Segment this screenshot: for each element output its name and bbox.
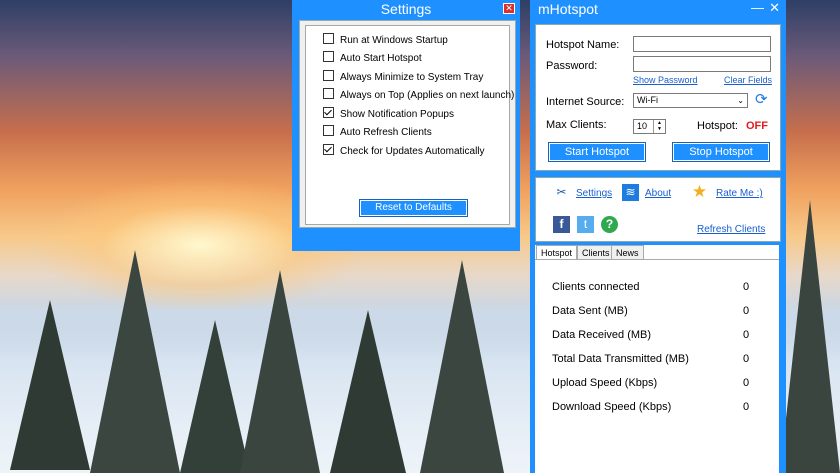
app-title: mHotspot [538, 1, 598, 17]
tab-news[interactable]: News [611, 245, 644, 260]
password-input[interactable] [633, 56, 771, 72]
checkbox[interactable] [323, 88, 334, 99]
stat-value: 0 [743, 281, 750, 293]
option-label: Run at Windows Startup [340, 35, 448, 46]
stat-label: Data Sent (MB) [552, 305, 628, 317]
max-clients-stepper[interactable]: 10 ▲ ▼ [633, 119, 666, 134]
mhotspot-titlebar[interactable]: mHotspot — ✕ [530, 0, 786, 18]
option-label: Show Notification Popups [340, 109, 454, 120]
about-link[interactable]: About [645, 188, 671, 199]
wifi-icon[interactable]: ≋ [622, 184, 639, 201]
option-auto-refresh-clients[interactable]: Auto Refresh Clients [323, 125, 432, 139]
internet-source-label: Internet Source: [546, 96, 625, 108]
start-hotspot-button[interactable]: Start Hotspot [548, 142, 646, 162]
hotspot-name-input[interactable] [633, 36, 771, 52]
stat-label: Data Received (MB) [552, 329, 652, 341]
stat-label: Download Speed (Kbps) [552, 401, 672, 413]
rate-me-link[interactable]: Rate Me :) [716, 188, 763, 199]
settings-titlebar[interactable]: Settings ✕ [292, 0, 520, 18]
stat-value: 0 [743, 353, 750, 365]
settings-title: Settings [380, 1, 432, 17]
pine-tree [420, 260, 504, 473]
settings-window: Settings ✕ Run at Windows Startup Auto S… [292, 0, 520, 251]
help-icon[interactable]: ? [601, 216, 618, 233]
tab-clients[interactable]: Clients [577, 245, 615, 260]
hotspot-stats-panel: Clients connected 0 Data Sent (MB) 0 Dat… [535, 259, 779, 474]
twitter-icon[interactable]: t [577, 216, 594, 233]
pine-tree [10, 300, 90, 470]
settings-link[interactable]: Settings [576, 188, 612, 199]
option-label: Auto Refresh Clients [340, 127, 432, 138]
show-password-link[interactable]: Show Password [633, 75, 698, 85]
option-auto-start-hotspot[interactable]: Auto Start Hotspot [323, 51, 422, 65]
links-panel: ✂ Settings ≋ About ★ Rate Me :) f t ? Re… [535, 177, 781, 242]
minimize-icon[interactable]: — [751, 0, 764, 16]
clear-fields-link[interactable]: Clear Fields [724, 75, 772, 85]
pine-tree [780, 200, 840, 473]
option-show-notifications[interactable]: Show Notification Popups [323, 107, 454, 121]
stat-value: 0 [743, 329, 750, 341]
stop-hotspot-button[interactable]: Stop Hotspot [672, 142, 770, 162]
option-label: Check for Updates Automatically [340, 146, 485, 157]
stat-label: Total Data Transmitted (MB) [552, 353, 689, 365]
hotspot-name-label: Hotspot Name: [546, 39, 620, 51]
star-icon[interactable]: ★ [691, 183, 708, 200]
stat-label: Upload Speed (Kbps) [552, 377, 658, 389]
max-clients-value: 10 [637, 121, 648, 131]
stat-value: 0 [743, 305, 750, 317]
tools-icon[interactable]: ✂ [553, 184, 570, 201]
hotspot-config-panel: Hotspot Name: Password: Show Password Cl… [535, 24, 781, 171]
close-icon[interactable]: ✕ [769, 0, 780, 16]
hotspot-status-value: OFF [746, 120, 768, 132]
checkbox[interactable] [323, 51, 334, 62]
stepper-arrows[interactable]: ▲ ▼ [653, 120, 665, 133]
hotspot-status-label: Hotspot: [697, 120, 738, 132]
option-label: Auto Start Hotspot [340, 53, 422, 64]
refresh-icon[interactable]: ⟳ [755, 92, 768, 108]
settings-panel: Run at Windows Startup Auto Start Hotspo… [299, 20, 516, 228]
checkbox[interactable] [323, 33, 334, 44]
stat-label: Clients connected [552, 281, 640, 293]
checkbox-checked[interactable] [323, 144, 334, 155]
internet-source-value: Wi-Fi [637, 95, 658, 105]
stat-value: 0 [743, 377, 750, 389]
option-check-updates[interactable]: Check for Updates Automatically [323, 144, 485, 158]
pine-tree [90, 250, 180, 473]
reset-to-defaults-button[interactable]: Reset to Defaults [359, 199, 468, 217]
refresh-clients-link[interactable]: Refresh Clients [697, 224, 765, 235]
info-tabs: Hotspot Clients News Clients connected 0… [535, 245, 779, 474]
checkbox[interactable] [323, 125, 334, 136]
option-always-on-top[interactable]: Always on Top (Applies on next launch) [323, 88, 514, 102]
password-label: Password: [546, 60, 598, 72]
close-icon[interactable]: ✕ [503, 3, 515, 14]
checkbox-checked[interactable] [323, 107, 334, 118]
settings-options-box: Run at Windows Startup Auto Start Hotspo… [305, 25, 514, 225]
option-minimize-to-tray[interactable]: Always Minimize to System Tray [323, 70, 483, 84]
pine-tree [330, 310, 406, 473]
facebook-icon[interactable]: f [553, 216, 570, 233]
mhotspot-window: mHotspot — ✕ Hotspot Name: Password: Sho… [530, 0, 786, 474]
chevron-down-icon: ⌄ [737, 96, 744, 105]
tab-hotspot[interactable]: Hotspot [536, 245, 578, 260]
checkbox[interactable] [323, 70, 334, 81]
option-run-at-startup[interactable]: Run at Windows Startup [323, 33, 448, 47]
stat-value: 0 [743, 401, 750, 413]
pine-tree [240, 270, 320, 473]
option-label: Always on Top (Applies on next launch) [340, 90, 515, 101]
max-clients-label: Max Clients: [546, 119, 607, 131]
internet-source-select[interactable]: Wi-Fi ⌄ [633, 93, 748, 108]
option-label: Always Minimize to System Tray [340, 72, 484, 83]
